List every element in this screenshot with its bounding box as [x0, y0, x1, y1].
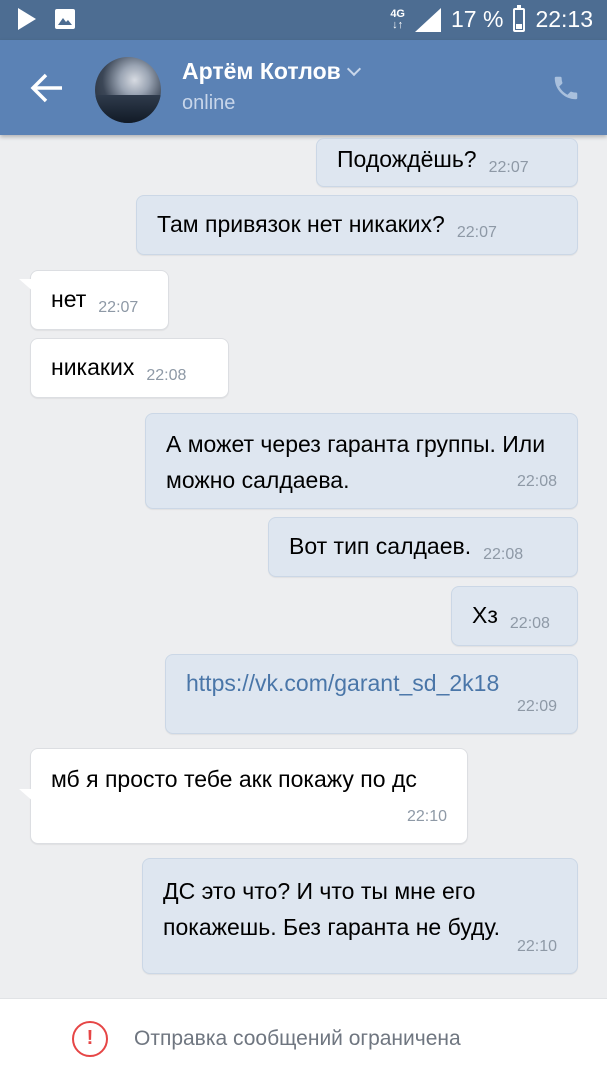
message-outgoing[interactable]: Подождёшь? 22:07 — [316, 138, 578, 187]
battery-percent: 17 % — [451, 6, 504, 32]
message-time: 22:08 — [509, 615, 550, 632]
message-restriction-bar: ! Отправка сообщений ограничена — [0, 998, 607, 1080]
message-time: 22:08 — [516, 473, 557, 490]
network-indicator: 4G ↓↑ — [390, 7, 405, 31]
message-text: Хз — [472, 602, 498, 628]
image-icon — [55, 9, 75, 29]
clock: 22:13 — [535, 6, 593, 32]
message-time: 22:09 — [516, 698, 557, 715]
message-time: 22:07 — [98, 299, 139, 316]
avatar[interactable] — [95, 57, 161, 123]
message-text: ДС это что? И что ты мне его покажешь. Б… — [163, 878, 501, 940]
message-outgoing[interactable]: https://vk.com/garant_sd_2k18 22:09 — [165, 654, 578, 734]
message-outgoing[interactable]: А может через гаранта группы. Или можно … — [145, 413, 578, 509]
chat-header: Артём Котлов online — [0, 40, 607, 135]
phone-icon[interactable] — [551, 73, 581, 103]
message-outgoing[interactable]: Хз 22:08 — [451, 586, 578, 646]
message-text: нет — [51, 286, 87, 312]
message-time: 22:07 — [456, 224, 497, 241]
message-time: 22:10 — [516, 938, 557, 955]
message-time: 22:10 — [406, 808, 447, 825]
contact-status: online — [182, 92, 236, 114]
message-time: 22:07 — [488, 159, 529, 176]
status-bar: 4G ↓↑ 17 % 22:13 — [0, 0, 607, 40]
message-time: 22:08 — [146, 367, 187, 384]
message-text: Вот тип салдаев. — [289, 533, 472, 559]
exclamation-circle-icon: ! — [72, 1021, 108, 1057]
message-text: Подождёшь? — [337, 146, 477, 172]
message-incoming[interactable]: мб я просто тебе акк покажу по дс 22:10 — [19, 748, 468, 844]
play-icon — [18, 8, 36, 30]
battery-icon — [513, 4, 526, 32]
message-incoming[interactable]: нет 22:07 — [19, 270, 169, 330]
restriction-text: Отправка сообщений ограничена — [134, 1027, 461, 1050]
chevron-down-icon — [346, 61, 361, 76]
message-link[interactable]: https://vk.com/garant_sd_2k18 — [186, 670, 499, 696]
contact-name: Артём Котлов — [182, 58, 341, 84]
back-arrow-icon[interactable] — [22, 68, 66, 108]
message-time: 22:08 — [483, 546, 524, 563]
message-text: никаких — [51, 354, 135, 380]
message-text: мб я просто тебе акк покажу по дс — [51, 766, 417, 792]
message-outgoing[interactable]: Там привязок нет никаких? 22:07 — [136, 195, 578, 255]
message-outgoing[interactable]: ДС это что? И что ты мне его покажешь. Б… — [142, 858, 578, 974]
contact-name-button[interactable]: Артём Котлов — [182, 58, 361, 85]
message-incoming[interactable]: никаких 22:08 — [30, 338, 229, 398]
message-outgoing[interactable]: Вот тип салдаев. 22:08 — [268, 517, 578, 577]
message-text: А может через гаранта группы. Или можно … — [166, 431, 546, 493]
message-text: Там привязок нет никаких? — [157, 211, 445, 237]
signal-icon — [415, 7, 441, 32]
